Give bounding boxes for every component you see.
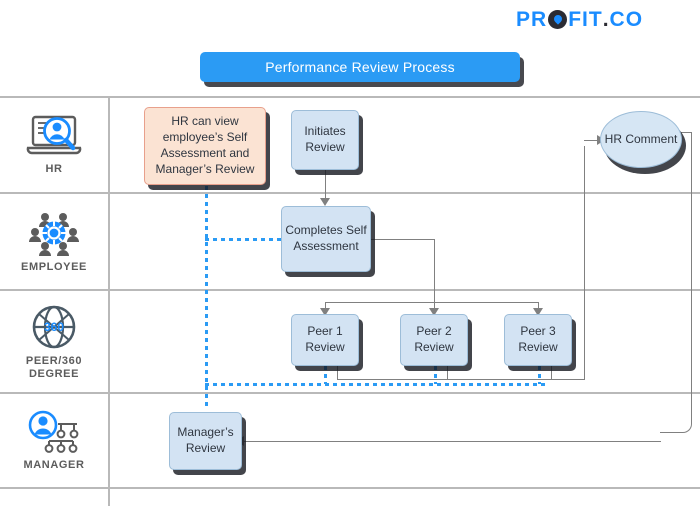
node-managers-review[interactable]: Manager’s Review bbox=[169, 412, 242, 470]
sidebar-item-label-hr: HR bbox=[45, 163, 63, 176]
visibility-line-peer-bus bbox=[205, 383, 545, 386]
visibility-line-to-self-assessment bbox=[205, 238, 281, 241]
connector-hr-comment-down-corner bbox=[660, 132, 692, 433]
visibility-line-peer1 bbox=[324, 366, 327, 384]
logo-dot: . bbox=[602, 7, 610, 31]
connector-peer-distribution-bar bbox=[325, 302, 539, 304]
profit-co-logo: PR FIT . CO bbox=[516, 7, 643, 31]
svg-text:360: 360 bbox=[44, 320, 64, 334]
visibility-line-hr-main bbox=[205, 186, 208, 410]
person-org-chart-icon bbox=[28, 410, 79, 454]
connector-peer-collector-bar bbox=[337, 379, 585, 381]
connector-peer3-out bbox=[551, 366, 553, 380]
lane-divider-hr-employee bbox=[0, 192, 700, 194]
connector-self-assessment-out bbox=[371, 239, 435, 241]
node-hr-can-view[interactable]: HR can view employee’s Self Assessment a… bbox=[144, 107, 266, 185]
process-flow-diagram: PR FIT . CO Performance Review Process H… bbox=[0, 0, 700, 506]
node-completes-self-assessment[interactable]: Completes Self Assessment bbox=[281, 206, 371, 272]
logo-text-part3: CO bbox=[609, 7, 644, 31]
node-peer-3-review[interactable]: Peer 3 Review bbox=[504, 314, 572, 366]
sidebar-item-manager: MANAGER bbox=[0, 398, 108, 484]
lane-divider-peer-manager bbox=[0, 392, 700, 394]
sidebar-item-employee: EMPLOYEE bbox=[0, 198, 108, 286]
sidebar-divider bbox=[108, 96, 110, 506]
sidebar-item-label-manager: MANAGER bbox=[23, 459, 85, 472]
droplet-o-icon bbox=[548, 9, 568, 29]
page-title: Performance Review Process bbox=[200, 52, 520, 82]
lane-divider-bottom bbox=[0, 487, 700, 489]
laptop-person-search-icon bbox=[26, 115, 82, 155]
logo-text-part1: PR bbox=[516, 7, 548, 31]
sidebar-item-hr: HR bbox=[0, 100, 108, 190]
connector-collector-up-to-hr-comment bbox=[584, 146, 586, 380]
globe-360-icon: 360 bbox=[32, 305, 76, 349]
visibility-line-peer3 bbox=[538, 366, 541, 384]
connector-to-managers-review bbox=[243, 441, 661, 443]
connector-peer2-out bbox=[447, 366, 449, 380]
node-initiates-review[interactable]: Initiates Review bbox=[291, 110, 359, 170]
node-peer-1-review[interactable]: Peer 1 Review bbox=[291, 314, 359, 366]
gear-people-icon bbox=[29, 213, 79, 257]
sidebar-item-peer360: 360 PEER/360 DEGREE bbox=[0, 296, 108, 388]
sidebar-item-label-employee: EMPLOYEE bbox=[21, 261, 87, 274]
arrowhead-self-assessment bbox=[320, 198, 330, 206]
visibility-line-peer2 bbox=[434, 366, 437, 384]
node-peer-2-review[interactable]: Peer 2 Review bbox=[400, 314, 468, 366]
connector-self-assessment-down bbox=[434, 239, 436, 303]
lane-divider-top bbox=[0, 96, 700, 98]
logo-text-part2: FIT bbox=[568, 7, 603, 31]
lane-divider-employee-peer bbox=[0, 289, 700, 291]
sidebar-item-label-peer360: PEER/360 DEGREE bbox=[25, 354, 83, 380]
node-hr-comment[interactable]: HR Comment bbox=[600, 111, 682, 168]
connector-initiates-to-self-assessment bbox=[325, 170, 327, 200]
connector-peer1-out bbox=[337, 366, 339, 380]
